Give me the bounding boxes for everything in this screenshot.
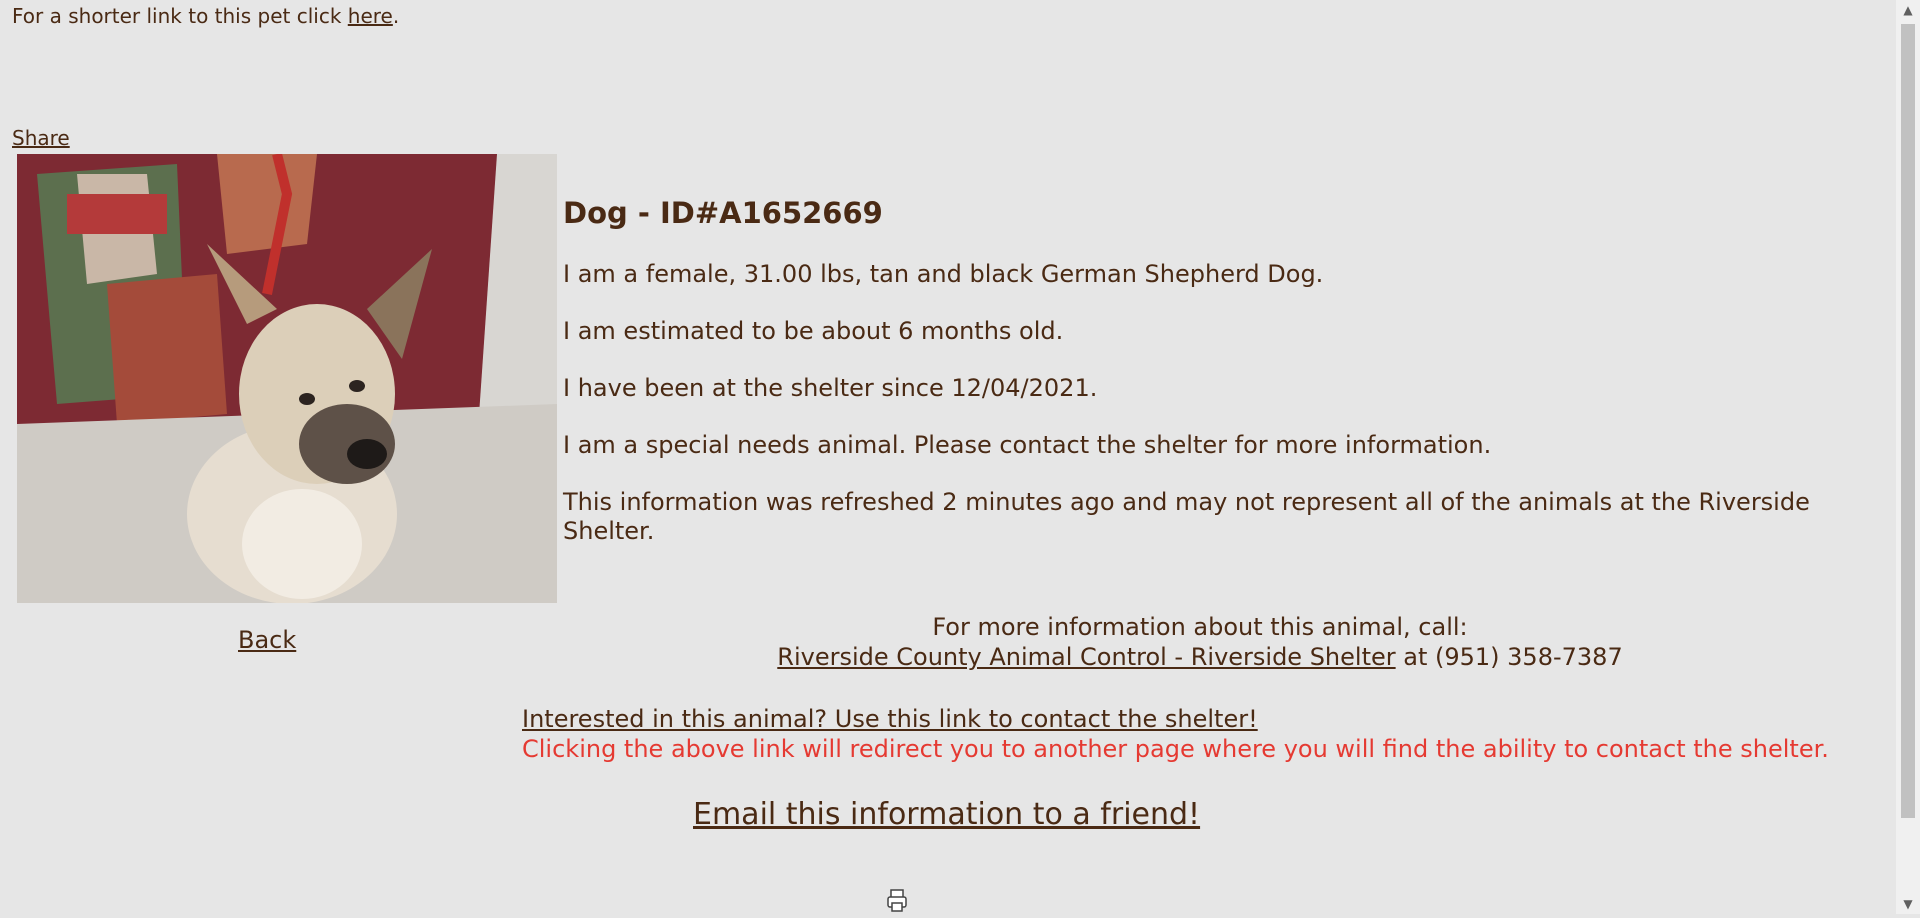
contact-info: For more information about this animal, … — [563, 612, 1837, 672]
email-friend-link[interactable]: Email this information to a friend! — [693, 797, 1200, 832]
scrollbar-thumb[interactable] — [1901, 24, 1915, 818]
scroll-up-arrow-icon[interactable]: ▲ — [1896, 0, 1920, 20]
pet-shelter-date: I have been at the shelter since 12/04/2… — [563, 374, 1098, 402]
pet-refresh-note: This information was refreshed 2 minutes… — [563, 488, 1810, 545]
shortlink-text: For a shorter link to this pet click her… — [12, 4, 399, 28]
interest-section: Interested in this animal? Use this link… — [522, 704, 1829, 764]
vertical-scrollbar[interactable]: ▲ ▼ — [1896, 0, 1920, 914]
pet-photo — [17, 154, 557, 603]
back-link[interactable]: Back — [238, 626, 296, 654]
pet-age: I am estimated to be about 6 months old. — [563, 317, 1064, 345]
shortlink-suffix: . — [392, 4, 400, 28]
share-link[interactable]: Share — [12, 126, 70, 150]
pet-description: I am a female, 31.00 lbs, tan and black … — [563, 260, 1324, 288]
redirect-warning: Clicking the above link will redirect yo… — [522, 735, 1829, 763]
pet-special-needs: I am a special needs animal. Please cont… — [563, 431, 1492, 459]
shelter-link[interactable]: Riverside County Animal Control - Rivers… — [777, 643, 1395, 671]
pet-title: Dog - ID#A1652669 — [563, 196, 883, 230]
pet-details: Dog - ID#A1652669 I am a female, 31.00 l… — [563, 196, 1863, 574]
shelter-phone: at (951) 358-7387 — [1395, 643, 1623, 671]
shortlink-here-link[interactable]: here — [348, 4, 393, 28]
contact-shelter-link[interactable]: Interested in this animal? Use this link… — [522, 705, 1258, 733]
contact-line: Riverside County Animal Control - Rivers… — [563, 642, 1837, 672]
scroll-down-arrow-icon[interactable]: ▼ — [1896, 894, 1920, 914]
contact-heading: For more information about this animal, … — [932, 613, 1468, 641]
printer-icon[interactable] — [886, 886, 908, 914]
shortlink-prefix: For a shorter link to this pet click — [12, 4, 348, 28]
